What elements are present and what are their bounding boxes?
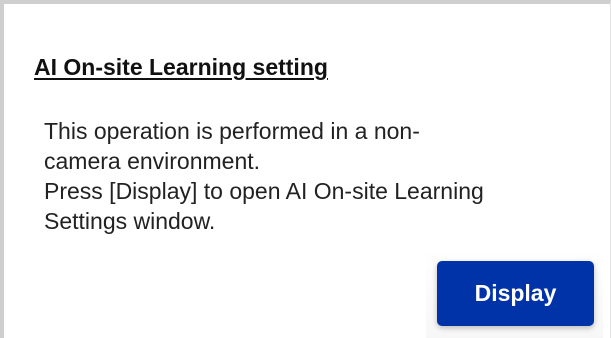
display-button[interactable]: Display: [437, 261, 594, 326]
ai-onsite-learning-panel: AI On-site Learning setting This operati…: [0, 0, 611, 338]
message-line: camera environment.: [44, 148, 261, 174]
section-title: AI On-site Learning setting: [34, 54, 328, 80]
message-line: Press [Display] to open AI On-site Learn…: [44, 178, 484, 204]
message-line: This operation is performed in a non-: [44, 118, 420, 144]
message-line: Settings window.: [44, 208, 216, 234]
info-message: This operation is performed in a non- ca…: [44, 116, 584, 236]
